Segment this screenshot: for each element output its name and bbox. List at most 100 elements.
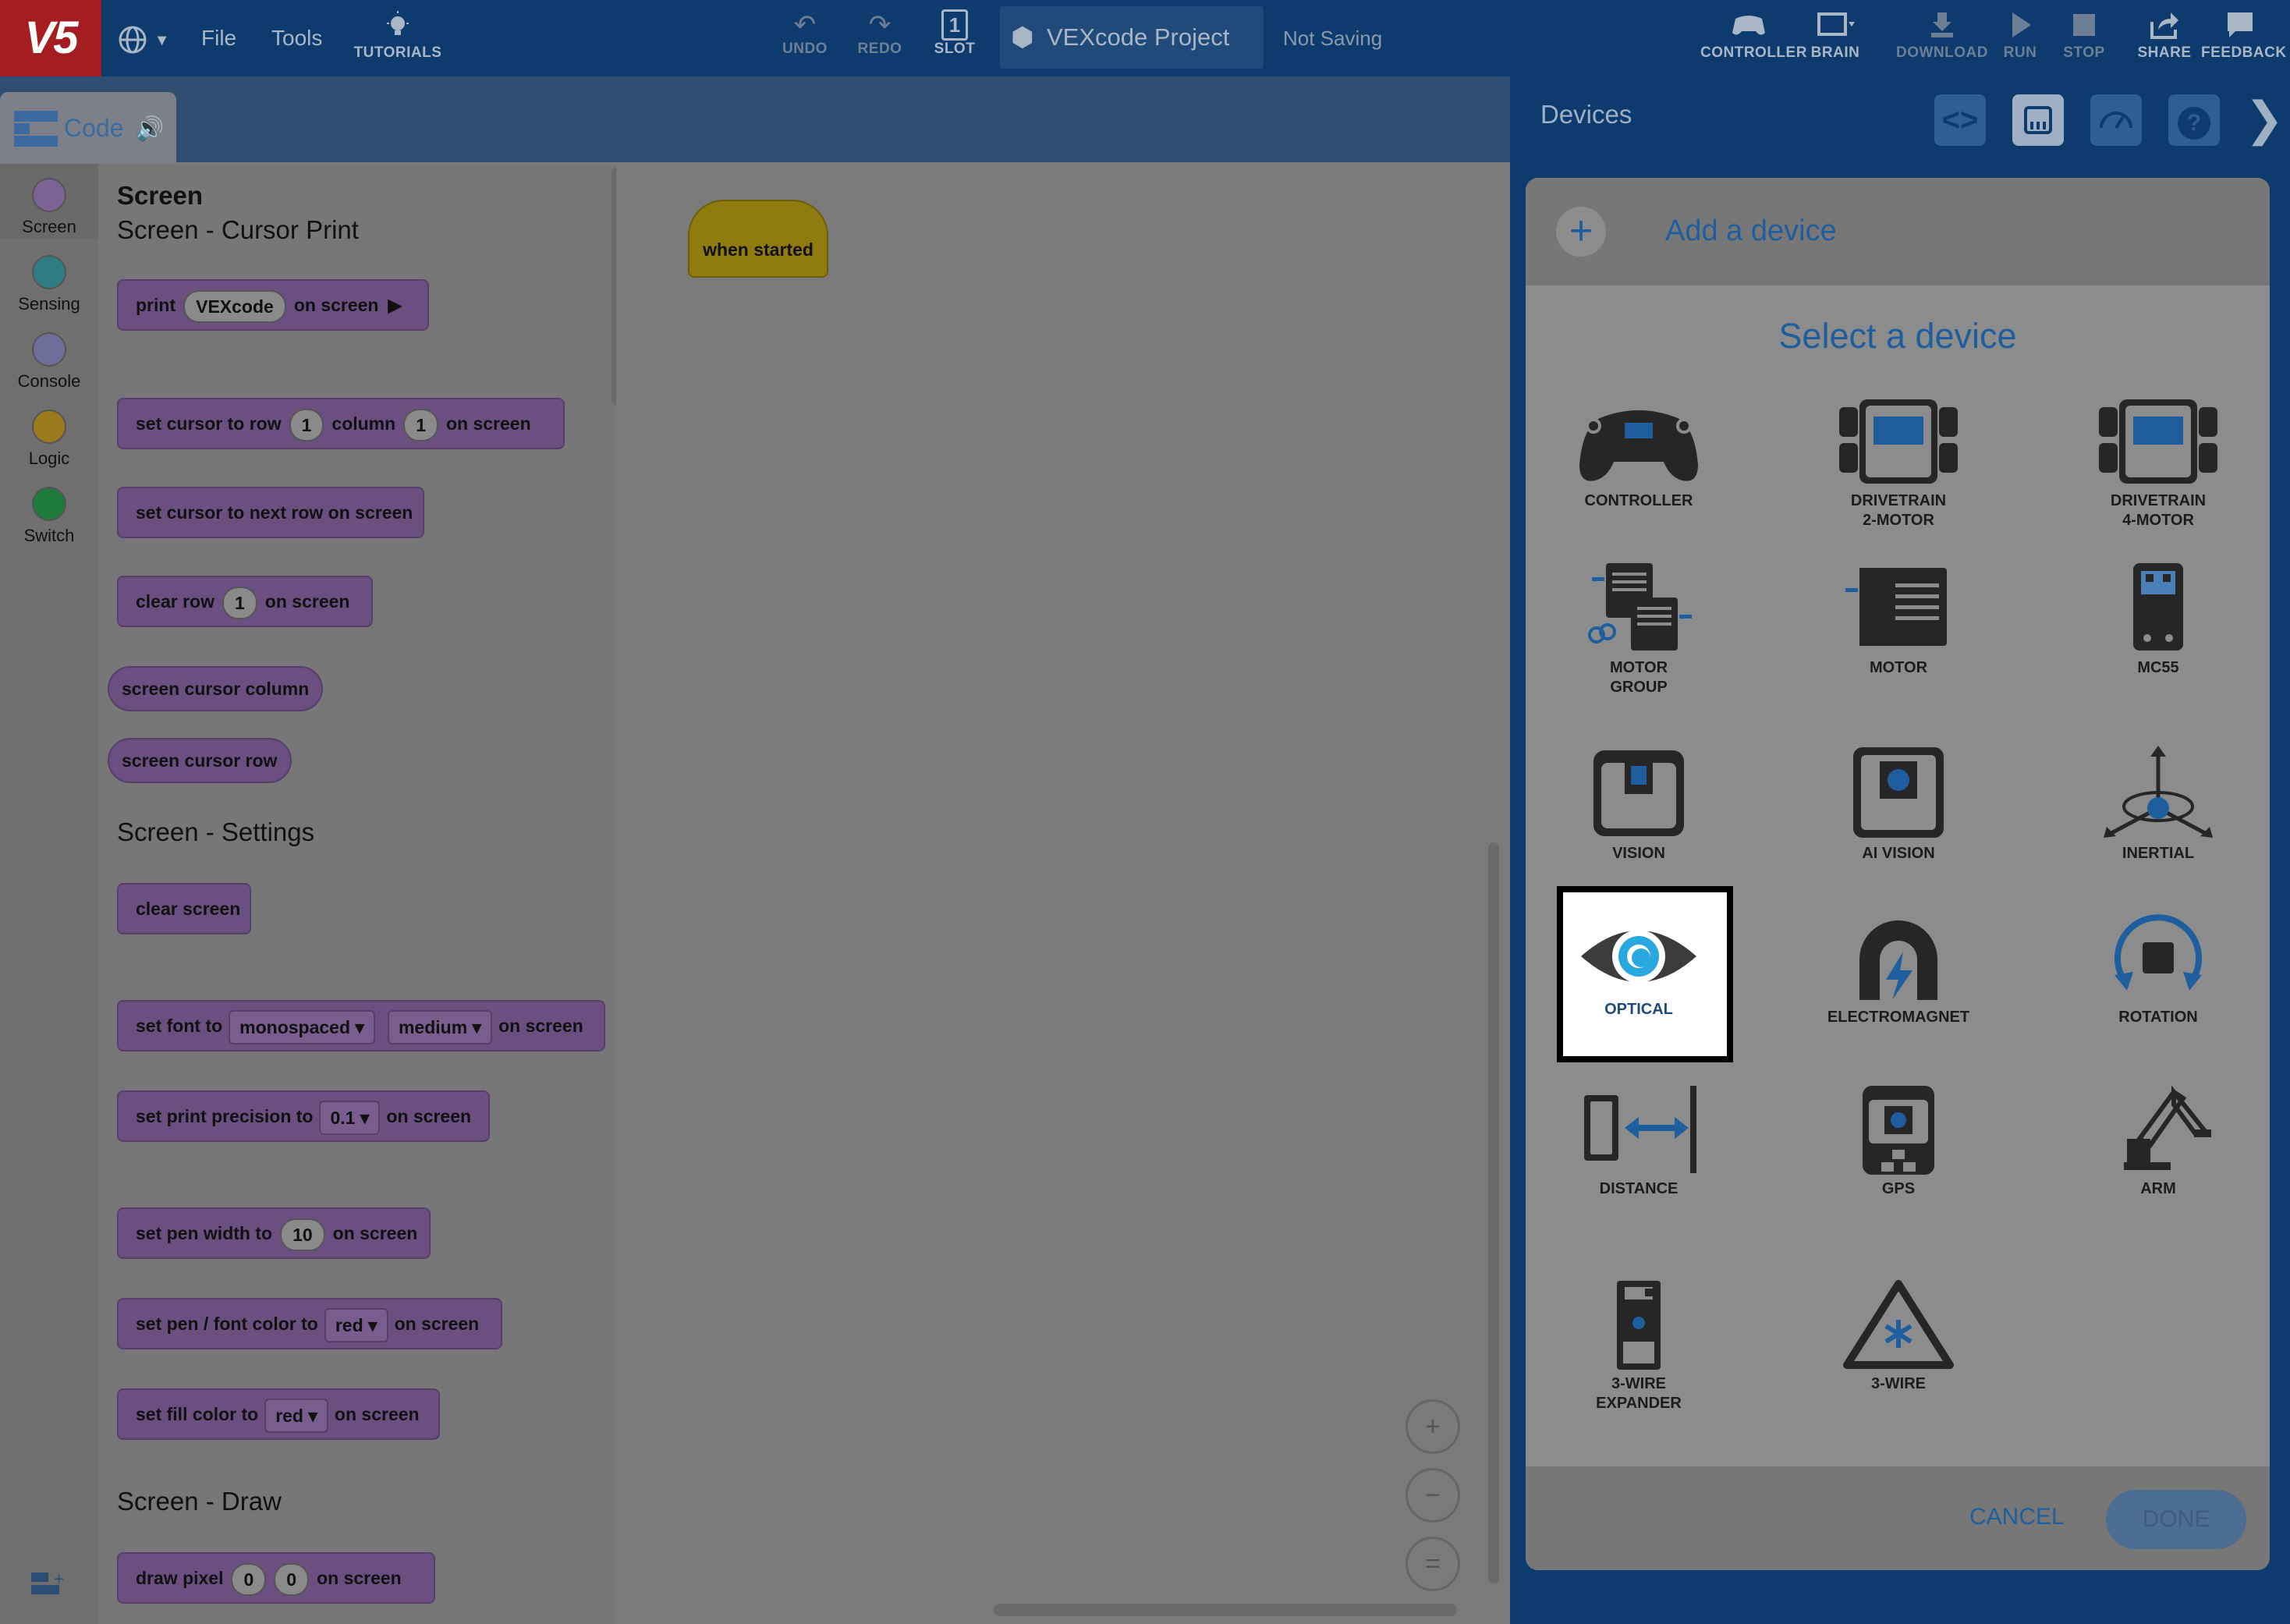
category-dot: [32, 178, 66, 212]
device-vision[interactable]: VISION: [1552, 746, 1725, 863]
feedback-button[interactable]: FEEDBACK: [2201, 9, 2286, 62]
undo-button[interactable]: ↶ UNDO: [780, 9, 830, 58]
block-set-font[interactable]: set font to monospaced mediumon screen: [117, 1000, 605, 1051]
stop-button[interactable]: STOP: [2059, 9, 2109, 62]
device-controller[interactable]: CONTROLLER: [1552, 396, 1725, 511]
block-draw-pixel[interactable]: draw pixel 0 0 on screen: [117, 1552, 435, 1604]
device-label: DISTANCE: [1599, 1180, 1679, 1197]
block-input[interactable]: 1: [222, 586, 257, 619]
device-3-wire-expander[interactable]: 3-WIRE EXPANDER: [1552, 1279, 1725, 1413]
device-rotation[interactable]: ROTATION: [2072, 913, 2245, 1027]
category-screen[interactable]: Screen: [0, 178, 98, 237]
font-dropdown[interactable]: monospaced: [229, 1009, 375, 1044]
device-3-wire[interactable]: 3-WIRE: [1812, 1279, 1985, 1394]
block-clear-row[interactable]: clear row 1 on screen: [117, 576, 373, 627]
block-pen-width[interactable]: set pen width to 10 on screen: [117, 1207, 431, 1259]
undo-label: UNDO: [782, 41, 828, 57]
block-text: set pen width to: [136, 1223, 273, 1243]
slot-button[interactable]: 1 SLOT: [930, 9, 980, 58]
block-text: set fill color to: [136, 1404, 259, 1424]
device-inertial[interactable]: INERTIAL: [2072, 746, 2245, 863]
color-dropdown[interactable]: red: [264, 1398, 328, 1433]
tutorials-button[interactable]: TUTORIALS: [351, 9, 445, 62]
cancel-button[interactable]: CANCEL: [1969, 1504, 2065, 1530]
zoom-in-button[interactable]: +: [1406, 1399, 1460, 1454]
block-print[interactable]: print VEXcode on screen ▶: [117, 279, 429, 331]
device-arm[interactable]: ARM: [2072, 1084, 2245, 1199]
zoom-out-button[interactable]: −: [1406, 1468, 1460, 1523]
code-workspace[interactable]: [616, 164, 1510, 1624]
device-drivetrain-2-motor[interactable]: DRIVETRAIN 2-MOTOR: [1812, 396, 1985, 530]
device-drivetrain-4-motor[interactable]: DRIVETRAIN 4-MOTOR: [2072, 396, 2245, 530]
project-name-field[interactable]: ⬢ VEXcode Project: [1000, 6, 1264, 69]
device-motor[interactable]: MOTOR: [1812, 560, 1985, 678]
block-print-precision[interactable]: set print precision to0.1on screen: [117, 1090, 490, 1142]
block-input[interactable]: 0: [231, 1562, 267, 1596]
devices-tab-button[interactable]: [2012, 94, 2064, 146]
block-input[interactable]: VEXcode: [183, 289, 286, 323]
download-label: DOWNLOAD: [1896, 44, 1988, 61]
run-label: RUN: [2003, 44, 2037, 61]
block-input[interactable]: 10: [280, 1218, 325, 1251]
category-console[interactable]: Console: [0, 332, 98, 392]
eye-icon: [1581, 930, 1696, 983]
workspace-vertical-scrollbar[interactable]: [1488, 842, 1499, 1583]
run-button[interactable]: RUN: [1997, 9, 2044, 62]
block-cursor-column[interactable]: screen cursor column: [108, 666, 323, 711]
download-button[interactable]: DOWNLOAD: [1895, 9, 1989, 62]
category-sensing[interactable]: Sensing: [0, 255, 98, 314]
file-menu[interactable]: File: [201, 0, 236, 76]
done-button[interactable]: DONE: [2106, 1490, 2246, 1549]
chevron-down-icon: ▼: [154, 32, 170, 49]
share-button[interactable]: SHARE: [2137, 9, 2192, 62]
add-icon[interactable]: +: [1556, 207, 1606, 257]
code-viewer-button[interactable]: <>: [1934, 94, 1986, 146]
controller-button[interactable]: CONTROLLER: [1700, 9, 1806, 62]
svg-text:+: +: [53, 1571, 65, 1587]
device-mc55[interactable]: MC55: [2072, 560, 2245, 678]
category-dot: [32, 332, 66, 367]
device-label: AI VISION: [1862, 845, 1935, 862]
extensions-icon[interactable]: +: [30, 1568, 69, 1604]
device-optical[interactable]: OPTICAL: [1552, 917, 1725, 1019]
language-menu[interactable]: ▼: [117, 0, 170, 79]
code-header: [0, 76, 1510, 162]
device-electromagnet[interactable]: ELECTROMAGNET: [1812, 913, 1985, 1027]
block-text: set cursor to next row on screen: [136, 502, 413, 523]
tools-menu[interactable]: Tools: [271, 0, 322, 76]
block-set-cursor[interactable]: set cursor to row 1 column 1 on screen: [117, 398, 565, 449]
brain-button[interactable]: BRAIN: [1808, 9, 1863, 62]
block-fill-color[interactable]: set fill color tored on screen: [117, 1388, 440, 1440]
redo-button[interactable]: ↷ REDO: [855, 9, 905, 58]
block-input[interactable]: 1: [289, 408, 324, 441]
block-clear-screen[interactable]: clear screen: [117, 883, 251, 934]
add-device-row: [1526, 178, 2270, 285]
block-when-started[interactable]: when started: [688, 200, 828, 278]
help-button[interactable]: ?: [2168, 94, 2220, 146]
collapse-panel-chevron-icon[interactable]: ❯: [2245, 92, 2284, 147]
download-icon: [1931, 12, 1953, 37]
category-switch[interactable]: Switch: [0, 487, 98, 546]
block-input[interactable]: 1: [403, 408, 438, 441]
dashboard-button[interactable]: [2090, 94, 2142, 146]
color-dropdown[interactable]: red: [324, 1307, 388, 1342]
precision-dropdown[interactable]: 0.1: [319, 1100, 381, 1135]
device-ai-vision[interactable]: AI VISION: [1812, 746, 1985, 863]
tab-code[interactable]: Code 🔊: [0, 92, 176, 164]
block-input[interactable]: 0: [274, 1562, 310, 1596]
block-next-row[interactable]: set cursor to next row on screen: [117, 487, 424, 538]
devices-title: Devices: [1540, 100, 1632, 129]
workspace-horizontal-scrollbar[interactable]: [994, 1604, 1457, 1616]
block-pen-color[interactable]: set pen / font color to red on screen: [117, 1298, 502, 1349]
device-label: 3-WIRE EXPANDER: [1596, 1375, 1682, 1412]
category-logic[interactable]: Logic: [0, 410, 98, 469]
device-distance[interactable]: DISTANCE: [1552, 1084, 1725, 1199]
font-size-dropdown[interactable]: medium: [387, 1009, 493, 1044]
arrow-right-icon[interactable]: ▶: [388, 281, 402, 329]
speaker-icon[interactable]: 🔊: [135, 116, 164, 142]
device-motor-group[interactable]: MOTOR GROUP: [1552, 560, 1725, 697]
block-cursor-row[interactable]: screen cursor row: [108, 738, 292, 783]
zoom-reset-button[interactable]: =: [1406, 1537, 1460, 1591]
device-gps[interactable]: GPS: [1812, 1084, 1985, 1199]
inertial-icon: [2104, 746, 2213, 838]
